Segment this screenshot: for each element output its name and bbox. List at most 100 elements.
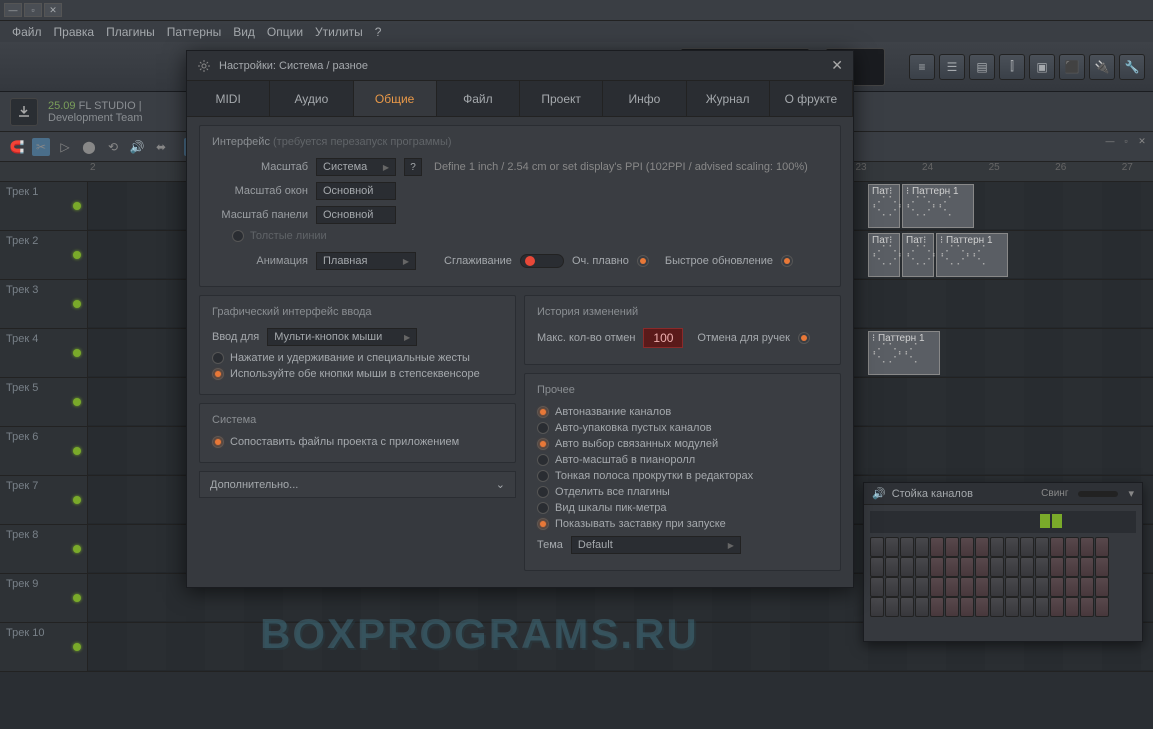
input-dropdown[interactable]: Мульти-кнопок мыши▶ — [267, 328, 417, 346]
view-button-2[interactable]: ▤ — [969, 54, 995, 80]
menu-plugins[interactable]: Плагины — [102, 23, 159, 41]
step-button[interactable] — [870, 557, 884, 577]
step-button[interactable] — [1065, 577, 1079, 597]
step-button[interactable] — [1050, 537, 1064, 557]
step-button[interactable] — [975, 577, 989, 597]
step-button[interactable] — [1035, 597, 1049, 617]
step-button[interactable] — [945, 577, 959, 597]
ws-close[interactable]: ✕ — [1135, 134, 1149, 148]
step-button[interactable] — [1005, 557, 1019, 577]
step-button[interactable] — [915, 557, 929, 577]
step-button[interactable] — [1005, 597, 1019, 617]
window-close[interactable]: ✕ — [44, 3, 62, 17]
step-button[interactable] — [1005, 537, 1019, 557]
step-button[interactable] — [960, 577, 974, 597]
step-timeline[interactable] — [870, 511, 1136, 533]
menu-view[interactable]: Вид — [229, 23, 259, 41]
step-button[interactable] — [885, 557, 899, 577]
smoothing-slider[interactable] — [520, 254, 564, 268]
step-button[interactable] — [900, 537, 914, 557]
menu-help[interactable]: ? — [371, 23, 386, 41]
animation-dropdown[interactable]: Плавная▶ — [316, 252, 416, 270]
settings-tab-инфо[interactable]: Инфо — [603, 81, 686, 116]
misc-option-0[interactable]: Автоназвание каналов — [537, 406, 828, 418]
track-label[interactable]: Трек 6 — [0, 427, 88, 475]
menu-edit[interactable]: Правка — [50, 23, 99, 41]
settings-tab-о фрукте[interactable]: О фрукте — [770, 81, 853, 116]
step-button[interactable] — [1005, 577, 1019, 597]
scale-dropdown[interactable]: Система▶ — [316, 158, 396, 176]
playlist-tool-5[interactable]: 🔊 — [128, 138, 146, 156]
track-label[interactable]: Трек 4 — [0, 329, 88, 377]
window-min[interactable]: — — [4, 3, 22, 17]
step-button[interactable] — [990, 557, 1004, 577]
step-button[interactable] — [1095, 577, 1109, 597]
panel-scale-dropdown[interactable]: Основной — [316, 206, 396, 224]
track-led-icon[interactable] — [73, 447, 81, 455]
menu-file[interactable]: Файл — [8, 23, 46, 41]
track-led-icon[interactable] — [73, 349, 81, 357]
undo-count-input[interactable]: 100 — [643, 328, 683, 348]
step-button[interactable] — [1095, 597, 1109, 617]
step-button[interactable] — [870, 597, 884, 617]
menu-patterns[interactable]: Паттерны — [163, 23, 226, 41]
track-label[interactable]: Трек 3 — [0, 280, 88, 328]
step-button[interactable] — [1050, 557, 1064, 577]
step-button[interactable] — [915, 577, 929, 597]
step-button[interactable] — [945, 597, 959, 617]
track-led-icon[interactable] — [73, 251, 81, 259]
playlist-tool-1[interactable]: ✂ — [32, 138, 50, 156]
view-button-7[interactable]: 🔧 — [1119, 54, 1145, 80]
track-led-icon[interactable] — [73, 643, 81, 651]
track-led-icon[interactable] — [73, 594, 81, 602]
step-button[interactable] — [1020, 597, 1034, 617]
step-button[interactable] — [1080, 577, 1094, 597]
track-label[interactable]: Трек 5 — [0, 378, 88, 426]
ws-min[interactable]: — — [1103, 134, 1117, 148]
misc-option-4[interactable]: Тонкая полоса прокрутки в редакторах — [537, 470, 828, 482]
input-opt2[interactable]: Используйте обе кнопки мыши в степсеквен… — [212, 368, 503, 380]
misc-option-3[interactable]: Авто-масштаб в пианоролл — [537, 454, 828, 466]
step-button[interactable] — [1065, 537, 1079, 557]
pattern-clip[interactable]: Пат⁝⋰⋱⋰⋱⋰⋱ — [868, 233, 900, 277]
track-led-icon[interactable] — [73, 496, 81, 504]
step-button[interactable] — [1095, 537, 1109, 557]
step-button[interactable] — [870, 577, 884, 597]
step-button[interactable] — [1020, 577, 1034, 597]
settings-tab-проект[interactable]: Проект — [520, 81, 603, 116]
track-led-icon[interactable] — [73, 202, 81, 210]
pattern-clip[interactable]: Пат⁝⋰⋱⋰⋱⋰⋱ — [902, 233, 934, 277]
system-opt1[interactable]: Сопоставить файлы проекта с приложением — [212, 436, 503, 448]
playlist-tool-2[interactable]: ▷ — [56, 138, 74, 156]
menu-options[interactable]: Опции — [263, 23, 307, 41]
dialog-titlebar[interactable]: Настройки: Система / разное ✕ — [187, 51, 853, 81]
pattern-clip[interactable]: ⁝ Паттерн 1⋰⋱⋰⋱⋰⋱ — [936, 233, 1008, 277]
pattern-clip[interactable]: ⁝ Паттерн 1⋰⋱⋰⋱⋰⋱ — [868, 331, 940, 375]
ws-max[interactable]: ▫ — [1119, 134, 1133, 148]
rack-titlebar[interactable]: 🔊 Стойка каналов Свинг ▾ — [864, 483, 1142, 505]
step-button[interactable] — [900, 577, 914, 597]
settings-tab-журнал[interactable]: Журнал — [687, 81, 770, 116]
view-button-6[interactable]: 🔌 — [1089, 54, 1115, 80]
step-button[interactable] — [1050, 577, 1064, 597]
rack-options-icon[interactable]: ▾ — [1128, 487, 1134, 500]
step-button[interactable] — [900, 597, 914, 617]
input-opt1[interactable]: Нажатие и удерживание и специальные жест… — [212, 352, 503, 364]
settings-tab-файл[interactable]: Файл — [437, 81, 520, 116]
misc-option-6[interactable]: Вид шкалы пик-метра — [537, 502, 828, 514]
playlist-tool-6[interactable]: ⬌ — [152, 138, 170, 156]
theme-dropdown[interactable]: Default▶ — [571, 536, 741, 554]
misc-option-2[interactable]: Авто выбор связанных модулей — [537, 438, 828, 450]
track-led-icon[interactable] — [73, 398, 81, 406]
misc-option-1[interactable]: Авто-упаковка пустых каналов — [537, 422, 828, 434]
step-button[interactable] — [975, 557, 989, 577]
step-button[interactable] — [1035, 557, 1049, 577]
step-button[interactable] — [1080, 557, 1094, 577]
track-led-icon[interactable] — [73, 300, 81, 308]
settings-tab-общие[interactable]: Общие — [354, 81, 437, 116]
dialog-close-icon[interactable]: ✕ — [831, 57, 843, 74]
pattern-clip[interactable]: ⁝ Паттерн 1⋰⋱⋰⋱⋰⋱ — [902, 184, 974, 228]
view-button-1[interactable]: ☰ — [939, 54, 965, 80]
step-button[interactable] — [945, 537, 959, 557]
track-label[interactable]: Трек 2 — [0, 231, 88, 279]
